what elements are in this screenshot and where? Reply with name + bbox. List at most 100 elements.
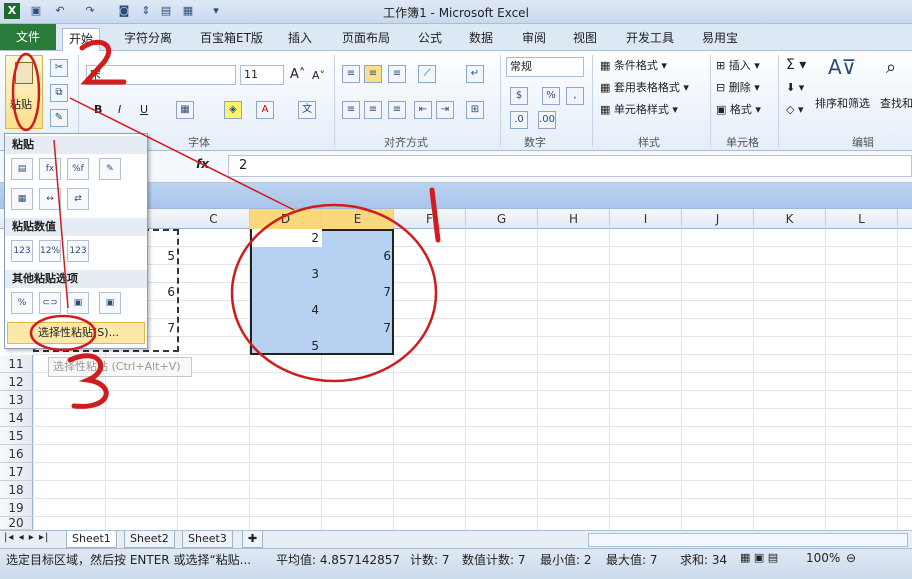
phonetic-icon[interactable]: 文: [298, 101, 316, 119]
paste-picture-icon[interactable]: ▣: [67, 292, 89, 314]
paste-linked-picture-icon[interactable]: ▣: [99, 292, 121, 314]
paste-formulas-icon[interactable]: fx: [39, 158, 61, 180]
cell-d[interactable]: 4: [250, 301, 322, 319]
view-normal-icon[interactable]: ▦ ▣ ▤: [740, 551, 778, 564]
tab-home[interactable]: 开始: [62, 28, 101, 51]
decrease-decimal-icon[interactable]: .00: [538, 111, 556, 129]
align-right-icon[interactable]: ≡: [388, 101, 406, 119]
decrease-indent-icon[interactable]: ⇤: [414, 101, 432, 119]
paste-special-menu-item[interactable]: 选择性粘贴(S)...: [7, 322, 145, 344]
col-header-c[interactable]: C: [178, 209, 250, 229]
paste-no-borders-icon[interactable]: ▦: [11, 188, 33, 210]
new-sheet-icon[interactable]: ✚: [242, 531, 264, 548]
border-icon[interactable]: ▦: [176, 101, 194, 119]
fill-icon[interactable]: ⬇ ▾: [786, 81, 804, 94]
fill-color-icon[interactable]: ◈: [224, 101, 242, 119]
align-middle-icon[interactable]: ≡: [364, 65, 382, 83]
tab-data[interactable]: 数据: [463, 28, 499, 50]
paste-link-icon[interactable]: ⊂⊃: [39, 292, 61, 314]
tab-page-layout[interactable]: 页面布局: [336, 28, 396, 50]
orientation-icon[interactable]: ⟋: [418, 65, 436, 83]
row-header[interactable]: 18: [0, 481, 33, 499]
font-name-combo[interactable]: 宋: [86, 65, 236, 85]
paste-transpose-icon[interactable]: ⇄: [67, 188, 89, 210]
align-center-icon[interactable]: ≡: [364, 101, 382, 119]
align-left-icon[interactable]: ≡: [342, 101, 360, 119]
row-header[interactable]: 14: [0, 409, 33, 427]
delete-cells-button[interactable]: ⊟ 删除 ▾: [716, 79, 760, 95]
format-cells-button[interactable]: ▣ 格式 ▾: [716, 101, 761, 117]
autosum-icon[interactable]: Σ ▾: [786, 57, 806, 73]
grow-font-icon[interactable]: A˄: [290, 67, 305, 82]
zoom-level[interactable]: 100%: [806, 551, 840, 565]
bold-button[interactable]: B: [94, 103, 102, 116]
col-header-j[interactable]: J: [682, 209, 754, 229]
row-header[interactable]: 12: [0, 373, 33, 391]
row-header[interactable]: 13: [0, 391, 33, 409]
paste-keep-source-format-icon[interactable]: ✎: [99, 158, 121, 180]
paste-formulas-number-format-icon[interactable]: %f: [67, 158, 89, 180]
insert-cells-button[interactable]: ⊞ 插入 ▾: [716, 57, 760, 73]
col-header-i[interactable]: I: [610, 209, 682, 229]
cell-e[interactable]: 7: [322, 319, 394, 337]
font-size-combo[interactable]: 11: [240, 65, 284, 85]
col-header-h[interactable]: H: [538, 209, 610, 229]
col-header-l[interactable]: L: [826, 209, 898, 229]
wrap-text-icon[interactable]: ↵: [466, 65, 484, 83]
col-header-d[interactable]: D: [250, 209, 322, 229]
sort-filter-icon[interactable]: A⊽: [828, 55, 856, 79]
conditional-format-button[interactable]: ▦ 条件格式 ▾: [600, 57, 667, 73]
number-format-combo[interactable]: 常规: [506, 57, 584, 77]
sheet-nav-icon[interactable]: |◂ ◂ ▸ ▸|: [4, 532, 49, 543]
formula-input[interactable]: 2: [228, 155, 912, 177]
underline-button[interactable]: U: [140, 103, 148, 116]
format-painter-icon[interactable]: ✎: [50, 109, 68, 127]
sort-filter-label[interactable]: 排序和筛选: [815, 95, 870, 111]
paste-values-icon[interactable]: 123: [11, 240, 33, 262]
cell-d[interactable]: 2: [250, 229, 322, 247]
row-header[interactable]: 15: [0, 427, 33, 445]
tab-yiyongbao[interactable]: 易用宝: [696, 28, 744, 50]
sheet-tab[interactable]: Sheet1: [66, 531, 117, 548]
copy-icon[interactable]: ⧉: [50, 84, 68, 102]
tab-char-split[interactable]: 字符分离: [118, 28, 178, 50]
paste-values-source-format-icon[interactable]: 123: [67, 240, 89, 262]
row-header[interactable]: 11: [0, 355, 33, 373]
row-header[interactable]: 16: [0, 445, 33, 463]
cell-d[interactable]: 3: [250, 265, 322, 283]
zoom-out-icon[interactable]: ⊖: [846, 551, 856, 565]
row-header[interactable]: 20: [0, 517, 33, 530]
tab-insert[interactable]: 插入: [282, 28, 318, 50]
paste-button[interactable]: 粘贴: [5, 55, 43, 129]
increase-decimal-icon[interactable]: .0: [510, 111, 528, 129]
tab-formulas[interactable]: 公式: [412, 28, 448, 50]
currency-icon[interactable]: $: [510, 87, 528, 105]
clear-icon[interactable]: ◇ ▾: [786, 103, 803, 116]
increase-indent-icon[interactable]: ⇥: [436, 101, 454, 119]
paste-values-number-format-icon[interactable]: 12%: [39, 240, 61, 262]
percent-icon[interactable]: %: [542, 87, 560, 105]
tab-developer[interactable]: 开发工具: [620, 28, 680, 50]
row-header[interactable]: 19: [0, 499, 33, 517]
row-header[interactable]: 17: [0, 463, 33, 481]
align-top-icon[interactable]: ≡: [342, 65, 360, 83]
cell-d[interactable]: 5: [250, 337, 322, 355]
col-header-g[interactable]: G: [466, 209, 538, 229]
format-as-table-button[interactable]: ▦ 套用表格格式 ▾: [600, 79, 689, 95]
cell-e[interactable]: 7: [322, 283, 394, 301]
sheet-tab[interactable]: Sheet2: [124, 531, 175, 548]
cut-icon[interactable]: ✂: [50, 59, 68, 77]
fx-icon[interactable]: fx: [196, 157, 209, 171]
sheet-tab[interactable]: Sheet3: [182, 531, 233, 548]
col-header-f[interactable]: F: [394, 209, 466, 229]
italic-button[interactable]: I: [118, 103, 121, 116]
cell-e[interactable]: 6: [322, 247, 394, 265]
tab-file[interactable]: 文件: [0, 24, 56, 50]
col-header-e[interactable]: E: [322, 209, 394, 229]
paste-formatting-icon[interactable]: %: [11, 292, 33, 314]
col-header-k[interactable]: K: [754, 209, 826, 229]
tab-baibaoxiang[interactable]: 百宝箱ET版: [194, 28, 269, 50]
paste-icon[interactable]: ▤: [11, 158, 33, 180]
merge-center-icon[interactable]: ⊞: [466, 101, 484, 119]
horizontal-scrollbar[interactable]: [588, 533, 908, 547]
